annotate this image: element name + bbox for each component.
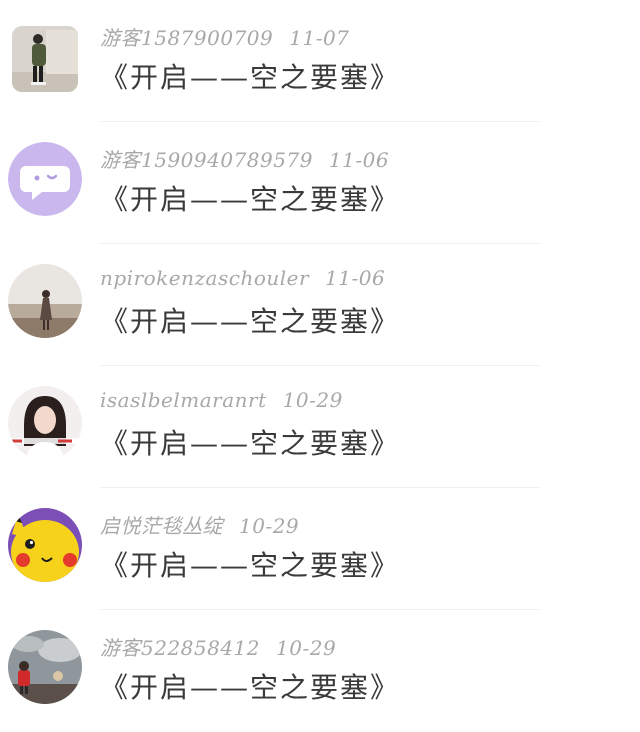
person-photo-icon [12,26,78,92]
comment-item[interactable]: 启悦茫毯丛绽 10-29 《开启——空之要塞》 [0,488,640,610]
pikachu-icon [8,508,82,582]
comment-meta: 游客1590940789579 11-06 [100,144,389,173]
chat-bubble-icon [8,142,82,216]
comment-item[interactable]: 游客1587900709 11-07 《开启——空之要塞》 [0,0,640,122]
avatar[interactable] [8,386,82,460]
timestamp: 11-07 [289,26,350,50]
timestamp: 10-29 [239,514,300,538]
child-cloud-icon [8,630,82,704]
username[interactable]: isaslbelmaranrt [100,388,267,412]
comment-text: 《开启——空之要塞》 [100,671,401,704]
comment-text: 《开启——空之要塞》 [100,427,401,460]
girl-field-icon [8,264,82,338]
comment-list: 游客1587900709 11-07 《开启——空之要塞》 游客159094078… [0,0,640,723]
comment-text: 《开启——空之要塞》 [100,549,401,582]
comment-meta: 启悦茫毯丛绽 10-29 [100,510,299,539]
comment-item[interactable]: npirokenzaschouler 11-06 《开启——空之要塞》 [0,244,640,366]
comment-text: 《开启——空之要塞》 [100,305,401,338]
avatar[interactable] [8,264,82,338]
girl-portrait-icon [8,386,82,460]
comment-text: 《开启——空之要塞》 [100,183,401,216]
timestamp: 10-29 [282,388,343,412]
avatar[interactable] [8,142,82,216]
avatar[interactable] [8,630,82,704]
comment-meta: 游客522858412 10-29 [100,632,336,661]
username[interactable]: 游客522858412 [100,636,260,660]
timestamp: 11-06 [325,266,386,290]
username[interactable]: 游客1587900709 [100,26,273,50]
comment-meta: 游客1587900709 11-07 [100,22,349,51]
timestamp: 11-06 [328,148,390,172]
comment-meta: npirokenzaschouler 11-06 [100,266,385,290]
comment-item[interactable]: 游客522858412 10-29 《开启——空之要塞》 [0,610,640,732]
username[interactable]: 游客1590940789579 [100,148,313,172]
timestamp: 10-29 [276,636,337,660]
username[interactable]: 启悦茫毯丛绽 [100,514,223,538]
comment-item[interactable]: 游客1590940789579 11-06 《开启——空之要塞》 [0,122,640,244]
comment-meta: isaslbelmaranrt 10-29 [100,388,343,412]
avatar[interactable] [12,26,78,92]
comment-text: 《开启——空之要塞》 [100,61,401,94]
avatar[interactable] [8,508,82,582]
username[interactable]: npirokenzaschouler [100,266,309,290]
comment-item[interactable]: isaslbelmaranrt 10-29 《开启——空之要塞》 [0,366,640,488]
